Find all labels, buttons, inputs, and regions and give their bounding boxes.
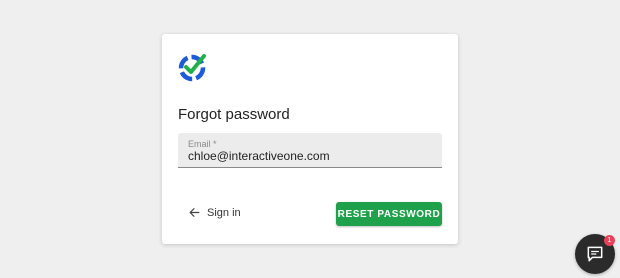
sign-in-label: Sign in (207, 206, 241, 219)
email-field-label: Email * (188, 139, 217, 149)
page-title: Forgot password (178, 106, 290, 123)
forgot-password-card: Forgot password Email * Sign in RESET PA… (162, 34, 458, 244)
sign-in-link[interactable]: Sign in (188, 206, 241, 219)
chat-bubble-icon (587, 246, 603, 262)
arrow-left-icon (189, 208, 200, 217)
email-field[interactable]: Email * (178, 133, 442, 168)
chat-notification-badge: 1 (604, 235, 615, 246)
email-input[interactable] (188, 149, 428, 163)
brand-logo-icon (178, 54, 206, 82)
reset-password-button[interactable]: RESET PASSWORD (336, 202, 442, 226)
